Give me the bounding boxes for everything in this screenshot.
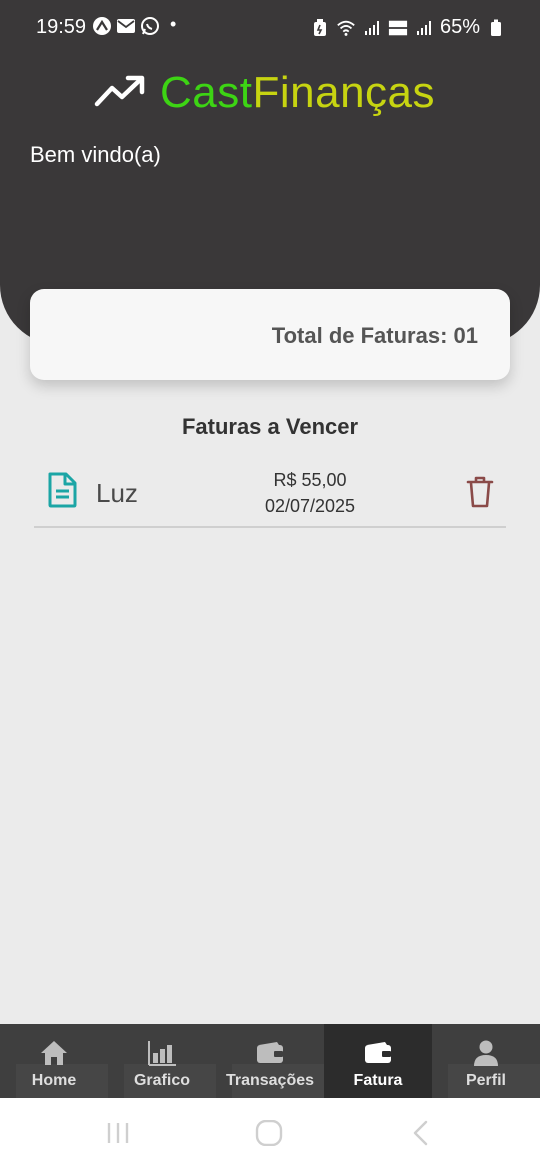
nav-fatura[interactable]: Fatura (324, 1024, 432, 1098)
invoice-name: Luz (96, 478, 138, 508)
nav-transacoes[interactable]: Transações (216, 1024, 324, 1098)
whatsapp-icon (140, 16, 160, 36)
wallet-icon (363, 1038, 393, 1068)
nav-perfil[interactable]: Perfil (432, 1024, 540, 1098)
bottom-nav: Home Grafico Transações Fatura Perfil (0, 1024, 540, 1098)
battery-icon (486, 18, 506, 38)
wallet-icon (255, 1038, 285, 1068)
wifi-icon (336, 18, 356, 38)
status-bar: 19:59 • 65% (0, 0, 540, 52)
status-more-dot: • (170, 14, 177, 34)
system-status-icons: 65% (310, 16, 506, 39)
system-nav-bar (0, 1098, 540, 1170)
bar-chart-icon (147, 1038, 177, 1068)
total-invoices-text: Total de Faturas: 01 (271, 323, 478, 348)
notification-icons (92, 16, 160, 36)
recent-apps-icon[interactable] (104, 1120, 132, 1146)
nav-label-grafico: Grafico (133, 1072, 190, 1089)
trending-up-icon (94, 74, 146, 113)
mail-icon (116, 16, 136, 36)
trash-icon[interactable] (466, 476, 494, 508)
back-icon[interactable] (408, 1120, 432, 1146)
nav-grafico[interactable]: Grafico (108, 1024, 216, 1098)
signal-icon (362, 18, 382, 38)
summary-card: Total de Faturas: 01 (30, 289, 510, 380)
home-circle-icon[interactable] (255, 1120, 283, 1146)
signal-icon (414, 18, 434, 38)
nav-label-transacoes: Transações (225, 1072, 315, 1089)
welcome-text: Bem vindo(a) (30, 142, 161, 167)
status-time: 19:59 (36, 16, 87, 38)
battery-percent: 65% (439, 16, 480, 38)
nav-label-fatura: Fatura (353, 1072, 403, 1089)
brand-name-financas: Finanças (252, 68, 436, 117)
invoice-amount: R$ 55,00 (273, 470, 347, 490)
invoice-row[interactable]: Luz R$ 55,00 02/07/2025 (34, 462, 506, 528)
document-icon (46, 472, 78, 508)
brand-logo: CastFinanças (94, 68, 435, 118)
home-icon (39, 1038, 69, 1068)
section-title: Faturas a Vencer (181, 414, 359, 439)
invoice-date: 02/07/2025 (264, 496, 356, 516)
nav-label-home: Home (31, 1072, 77, 1089)
brand-name-cast: Cast (160, 68, 253, 117)
nav-home[interactable]: Home (0, 1024, 108, 1098)
battery-saver-icon (310, 18, 330, 38)
volte-icon (388, 18, 408, 38)
nav-label-perfil: Perfil (465, 1072, 506, 1089)
expo-icon (92, 16, 112, 36)
brand-name: CastFinanças (160, 68, 435, 118)
person-icon (472, 1038, 500, 1068)
